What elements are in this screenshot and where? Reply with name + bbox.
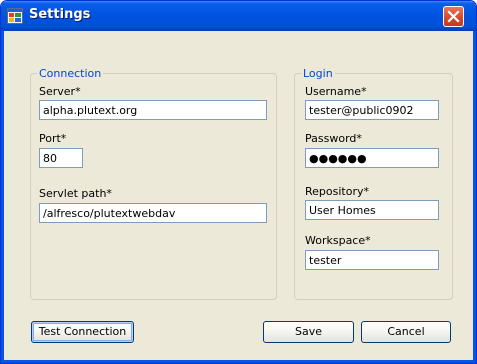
repository-input[interactable]: User Homes [305, 200, 439, 220]
window-border-bottom [1, 360, 476, 363]
workspace-input[interactable]: tester [305, 250, 439, 270]
username-label: Username* [305, 85, 367, 98]
server-label: Server* [39, 85, 81, 98]
workspace-label: Workspace* [305, 234, 371, 247]
test-connection-button[interactable]: Test Connection [31, 321, 134, 343]
cancel-button[interactable]: Cancel [361, 321, 451, 343]
servlet-path-input[interactable]: /alfresco/plutextwebdav [39, 203, 267, 223]
close-icon [447, 10, 460, 23]
close-button[interactable] [443, 6, 464, 27]
port-label: Port* [39, 132, 67, 145]
window-border-left [1, 31, 4, 363]
window-title: Settings [29, 7, 91, 22]
servlet-path-label: Servlet path* [39, 187, 112, 200]
login-group-label: Login [301, 67, 335, 80]
username-input[interactable]: tester@public0902 [305, 100, 439, 120]
settings-app-icon [7, 8, 23, 24]
password-input[interactable]: ●●●●●● [305, 148, 439, 168]
port-input[interactable]: 80 [39, 148, 83, 168]
password-label: Password* [305, 132, 362, 145]
save-button[interactable]: Save [263, 321, 354, 343]
window-border-right [473, 31, 476, 363]
settings-dialog: Settings Connection Server* alpha.plutex… [0, 0, 477, 364]
connection-group-label: Connection [37, 67, 104, 80]
title-bar[interactable]: Settings [1, 1, 476, 31]
server-input[interactable]: alpha.plutext.org [39, 100, 267, 120]
repository-label: Repository* [305, 185, 369, 198]
